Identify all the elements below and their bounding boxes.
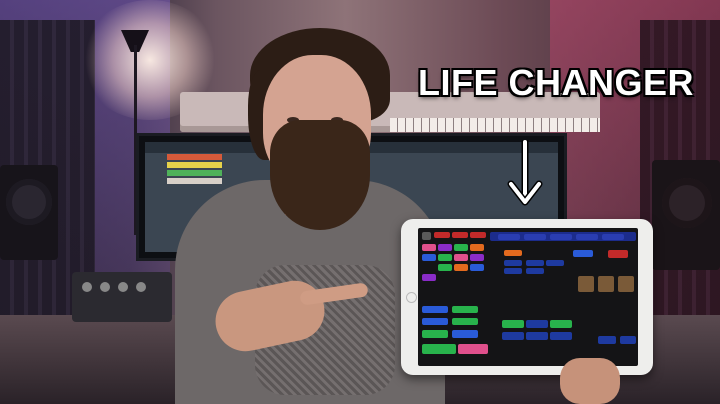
btn-topbar-1[interactable] <box>498 234 520 240</box>
btn-bot-4[interactable] <box>452 318 478 325</box>
btn-right-2[interactable] <box>608 250 628 258</box>
speaker-cone <box>6 179 52 225</box>
btn-top-2[interactable] <box>434 232 450 238</box>
studio-speaker-right <box>652 160 720 270</box>
daw-track <box>167 154 222 160</box>
btn-bot-1[interactable] <box>422 306 448 313</box>
btn-bot-11[interactable] <box>550 320 572 328</box>
btn-pad-11[interactable] <box>470 264 484 271</box>
btn-mid-5[interactable] <box>504 268 522 274</box>
btn-pad-1[interactable] <box>422 244 436 251</box>
btn-bot-15[interactable] <box>598 336 616 344</box>
btn-top-3[interactable] <box>452 232 468 238</box>
person-beard <box>270 120 370 230</box>
btn-bot-8[interactable] <box>458 344 488 354</box>
btn-bot-5[interactable] <box>422 330 448 338</box>
btn-topbar-4[interactable] <box>576 234 598 240</box>
person-hand <box>560 358 620 404</box>
btn-topbar-3[interactable] <box>550 234 572 240</box>
btn-bot-7[interactable] <box>422 344 456 354</box>
btn-pad-5[interactable] <box>422 254 436 261</box>
btn-bot-3[interactable] <box>422 318 448 325</box>
btn-pad-4[interactable] <box>470 244 484 251</box>
btn-pad-7[interactable] <box>454 254 468 261</box>
btn-pad-10[interactable] <box>454 264 468 271</box>
studio-speaker-left <box>0 165 58 260</box>
btn-topbar-2[interactable] <box>524 234 546 240</box>
knob <box>100 282 110 292</box>
home-button-icon[interactable] <box>406 292 417 303</box>
btn-bot-10[interactable] <box>526 320 548 328</box>
btn-pad-9[interactable] <box>438 264 452 271</box>
audio-interface <box>72 272 172 322</box>
synthesizer-keys <box>390 118 600 132</box>
btn-pad-6[interactable] <box>438 254 452 261</box>
btn-mid-1[interactable] <box>504 250 522 256</box>
btn-topbar-5[interactable] <box>602 234 624 240</box>
daw-track <box>167 178 222 184</box>
btn-mid-2[interactable] <box>504 260 522 266</box>
headline-text: LIFE CHANGER <box>418 62 694 103</box>
btn-grid-1[interactable] <box>578 276 594 292</box>
btn-mid-6[interactable] <box>526 268 544 274</box>
btn-bot-16[interactable] <box>620 336 636 344</box>
photo-scene: LIFE CHANGER <box>0 0 720 404</box>
ipad-screen <box>418 228 638 366</box>
btn-right-1[interactable] <box>573 250 593 257</box>
daw-track <box>167 162 222 168</box>
arrow-down-icon <box>507 140 543 206</box>
btn-grid-2[interactable] <box>598 276 614 292</box>
btn-bot-2[interactable] <box>452 306 478 313</box>
btn-pad-8[interactable] <box>470 254 484 261</box>
btn-bot-6[interactable] <box>452 330 478 338</box>
btn-pad-2[interactable] <box>438 244 452 251</box>
btn-mid-4[interactable] <box>546 260 564 266</box>
knob <box>118 282 128 292</box>
btn-top-1[interactable] <box>422 232 431 240</box>
knob <box>82 282 92 292</box>
btn-bot-13[interactable] <box>526 332 548 340</box>
btn-bot-9[interactable] <box>502 320 524 328</box>
btn-pad-3[interactable] <box>454 244 468 251</box>
btn-grid-3[interactable] <box>618 276 634 292</box>
btn-bot-12[interactable] <box>502 332 524 340</box>
daw-track <box>167 170 222 176</box>
speaker-cone <box>662 178 712 228</box>
btn-bot-14[interactable] <box>550 332 572 340</box>
btn-mid-3[interactable] <box>526 260 544 266</box>
btn-pad-12[interactable] <box>422 274 436 281</box>
btn-top-4[interactable] <box>470 232 486 238</box>
ipad-tablet <box>401 219 653 375</box>
knob <box>136 282 146 292</box>
